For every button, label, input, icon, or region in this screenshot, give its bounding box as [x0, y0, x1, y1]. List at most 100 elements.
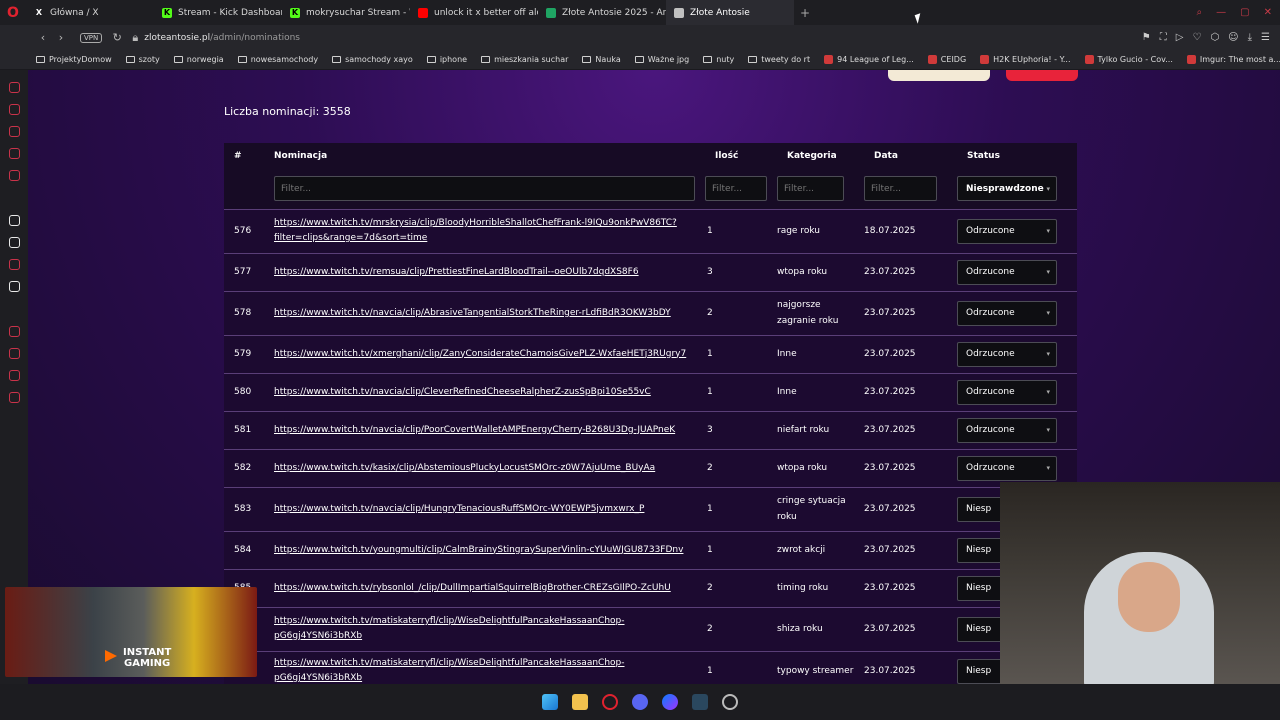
tab-3[interactable]: unlock it x better off alone... [410, 0, 538, 25]
bookmark-item[interactable]: CEIDG [927, 55, 966, 64]
new-tab-button[interactable]: + [798, 6, 812, 20]
tab-5[interactable]: Złote Antosie [666, 0, 794, 25]
nomination-link[interactable]: https://www.twitch.tv/navcia/clip/PoorCo… [274, 425, 675, 435]
bookmark-item[interactable]: H2K EUphoria! - Y... [980, 55, 1071, 64]
bookmark-icon[interactable]: ⚑ [1142, 32, 1151, 43]
nomination-link[interactable]: https://www.twitch.tv/remsua/clip/Pretti… [274, 267, 639, 277]
nomination-filter-input[interactable] [274, 176, 695, 202]
col-date[interactable]: Data [864, 143, 957, 169]
bookmark-item[interactable]: Ważne jpg [634, 55, 689, 64]
nomination-link[interactable]: https://www.twitch.tv/matiskaterryfl/cli… [274, 616, 625, 641]
category-filter-input[interactable] [777, 176, 844, 202]
extensions-icon[interactable]: ⬡ [1210, 32, 1219, 43]
row-num: 584 [234, 545, 252, 555]
status-filter-select[interactable]: Niesprawdzone ▾ [957, 176, 1057, 202]
workspaces-icon[interactable] [8, 82, 20, 93]
obs-icon[interactable] [722, 694, 738, 710]
tab-4[interactable]: Złote Antosie 2025 - Ark... [538, 0, 666, 25]
row-status-select[interactable]: Odrzucone ▾ [957, 259, 1057, 285]
tab-2[interactable]: Kmokrysuchar Stream - W... [282, 0, 410, 25]
aria-icon[interactable] [8, 215, 20, 226]
nomination-link[interactable]: https://www.twitch.tv/youngmulti/clip/Ca… [274, 545, 683, 555]
bookmark-item[interactable]: nowesamochody [237, 55, 318, 64]
instant-gaming-ad[interactable]: INSTANT GAMING [5, 587, 257, 677]
nomination-link[interactable]: https://www.twitch.tv/matiskaterryfl/cli… [274, 658, 625, 683]
nomination-link[interactable]: https://www.twitch.tv/navcia/clip/Abrasi… [274, 308, 671, 318]
mail-icon[interactable] [8, 170, 20, 181]
bookmark-item[interactable]: mieszkania suchar [481, 55, 568, 64]
bookmark-label: samochody xayo [345, 55, 413, 64]
menu-icon[interactable]: ☰ [1261, 32, 1270, 43]
col-status[interactable]: Status [957, 143, 1077, 169]
search-tabs-icon[interactable]: ⌕ [1197, 7, 1203, 18]
reload-button[interactable]: ↻ [108, 31, 126, 44]
clock-icon[interactable] [8, 348, 20, 359]
col-qty[interactable]: Ilość [705, 143, 777, 169]
bookmark-item[interactable]: Imgur: The most a... [1186, 55, 1280, 64]
bookmark-item[interactable]: nuty [703, 55, 734, 64]
nomination-link[interactable]: https://www.twitch.tv/rybsonlol_/clip/Du… [274, 583, 671, 593]
header-button-light[interactable] [888, 70, 990, 81]
nomination-link[interactable]: https://www.twitch.tv/navcia/clip/Hungry… [274, 504, 644, 514]
opera-taskbar-icon[interactable] [602, 694, 618, 710]
lock-icon: 🔒︎ [132, 30, 139, 44]
tab-0[interactable]: X Główna / X [26, 0, 154, 25]
col-nomination[interactable]: Nominacja [264, 143, 705, 169]
opera-logo-icon[interactable]: O [0, 0, 26, 25]
history-icon[interactable] [8, 104, 20, 115]
bookmark-item[interactable]: ProjektyDomow [36, 55, 112, 64]
row-status-select[interactable]: Odrzucone ▾ [957, 455, 1057, 481]
row-status-select[interactable]: Odrzucone ▾ [957, 218, 1057, 244]
row-status-select[interactable]: Odrzucone ▾ [957, 300, 1057, 326]
player-sidebar-icon[interactable] [8, 326, 20, 337]
discord-icon[interactable] [632, 694, 648, 710]
nomination-link[interactable]: https://www.twitch.tv/mrskrysia/clip/Blo… [274, 218, 677, 243]
maximize-button[interactable]: ▢ [1240, 7, 1249, 18]
player-icon[interactable]: ▷ [1176, 32, 1184, 43]
heart-icon[interactable]: ♡ [1192, 32, 1201, 43]
wallet-icon[interactable] [8, 126, 20, 137]
vpn-badge[interactable]: VPN [80, 32, 103, 43]
bookmark-item[interactable]: tweety do rt [748, 55, 810, 64]
x-sidebar-icon[interactable] [8, 281, 20, 292]
messenger-taskbar-icon[interactable] [662, 694, 678, 710]
row-status-value: Odrzucone [966, 308, 1015, 318]
extensions-sidebar-icon[interactable] [8, 370, 20, 381]
bookmark-item[interactable]: szoty [125, 55, 160, 64]
nomination-link[interactable]: https://www.twitch.tv/kasix/clip/Abstemi… [274, 463, 655, 473]
qty-filter-input[interactable] [705, 176, 767, 202]
bookmark-item[interactable]: norwegia [173, 55, 224, 64]
table-row: 581 https://www.twitch.tv/navcia/clip/Poo… [224, 411, 1077, 449]
bookmark-item[interactable]: 94 League of Leg... [824, 55, 914, 64]
messenger-icon[interactable] [8, 148, 20, 159]
header-button-red[interactable] [1006, 70, 1078, 81]
chatgpt-icon[interactable] [8, 237, 20, 248]
file-explorer-icon[interactable] [572, 694, 588, 710]
bookmark-item[interactable]: samochody xayo [332, 55, 413, 64]
nomination-link[interactable]: https://www.twitch.tv/xmerghani/clip/Zan… [274, 349, 686, 359]
close-window-button[interactable]: ✕ [1264, 7, 1272, 18]
snapshot-icon[interactable]: ⛶ [1160, 32, 1167, 43]
row-status-select[interactable]: Odrzucone ▾ [957, 341, 1057, 367]
settings-icon[interactable] [8, 392, 20, 403]
bookmark-item[interactable]: Tylko Gucio - Cov... [1084, 55, 1173, 64]
date-filter-input[interactable] [864, 176, 937, 202]
windows-start-icon[interactable] [542, 694, 558, 710]
bookmark-item[interactable]: Nauka [582, 55, 621, 64]
bookmark-item[interactable]: iphone [426, 55, 467, 64]
row-category: najgorsze zagranie roku [777, 300, 839, 326]
nomination-link[interactable]: https://www.twitch.tv/navcia/clip/Clever… [274, 387, 651, 397]
row-status-select[interactable]: Odrzucone ▾ [957, 379, 1057, 405]
back-button[interactable]: ‹ [34, 31, 52, 44]
download-icon[interactable]: ⤓ [1248, 32, 1252, 43]
profile-icon[interactable]: ☺ [1228, 32, 1238, 43]
forward-button[interactable]: › [52, 31, 70, 44]
col-category[interactable]: Kategoria [777, 143, 864, 169]
minimize-button[interactable]: — [1216, 7, 1226, 18]
tab-1[interactable]: K Stream - Kick Dashboard [154, 0, 282, 25]
twitch-icon[interactable] [8, 259, 20, 270]
url-field[interactable]: zloteantosie.pl/admin/nominations [144, 33, 300, 43]
chevron-down-icon: ▾ [1046, 388, 1050, 396]
row-status-select[interactable]: Odrzucone ▾ [957, 417, 1057, 443]
steam-icon[interactable] [692, 694, 708, 710]
